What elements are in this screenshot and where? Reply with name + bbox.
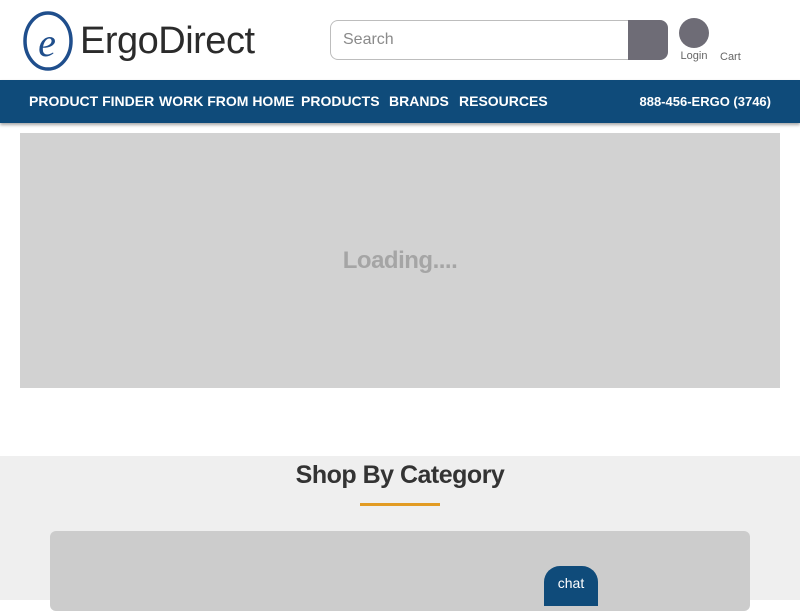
main-navigation: PRODUCT FINDER WORK FROM HOME PRODUCTS B… bbox=[0, 80, 800, 123]
nav-item-resources[interactable]: RESOURCES bbox=[459, 93, 548, 109]
nav-item-products[interactable]: PRODUCTS bbox=[301, 93, 380, 109]
phone-number[interactable]: 888-456-ERGO (3746) bbox=[639, 94, 771, 109]
nav-item-brands[interactable]: BRANDS bbox=[389, 93, 449, 109]
login-button[interactable]: Login bbox=[677, 18, 711, 62]
search-button[interactable] bbox=[628, 20, 668, 60]
nav-item-product-finder[interactable]: PRODUCT FINDER bbox=[29, 93, 154, 109]
user-icon bbox=[679, 18, 709, 48]
title-underline bbox=[360, 503, 440, 506]
search-input[interactable] bbox=[330, 20, 630, 60]
logo-e-icon: e bbox=[23, 11, 73, 71]
loading-text: Loading.... bbox=[342, 246, 458, 274]
section-title: Shop By Category bbox=[295, 461, 505, 489]
login-label: Login bbox=[680, 50, 708, 62]
search-bar bbox=[330, 20, 668, 60]
hero-banner: Loading.... bbox=[20, 133, 780, 388]
cart-button[interactable]: Cart bbox=[720, 49, 741, 63]
logo-text: ErgoDirect bbox=[80, 19, 255, 62]
nav-item-work-from-home[interactable]: WORK FROM HOME bbox=[159, 93, 294, 109]
ergodirect-logo[interactable]: e ErgoDirect bbox=[22, 10, 292, 72]
cart-label: Cart bbox=[720, 51, 741, 63]
category-card[interactable] bbox=[50, 531, 750, 611]
shop-by-category-section: Shop By Category bbox=[0, 456, 800, 611]
svg-text:e: e bbox=[38, 20, 56, 65]
chat-button[interactable]: chat bbox=[544, 566, 598, 606]
site-header: e ErgoDirect Login Cart bbox=[0, 0, 800, 80]
